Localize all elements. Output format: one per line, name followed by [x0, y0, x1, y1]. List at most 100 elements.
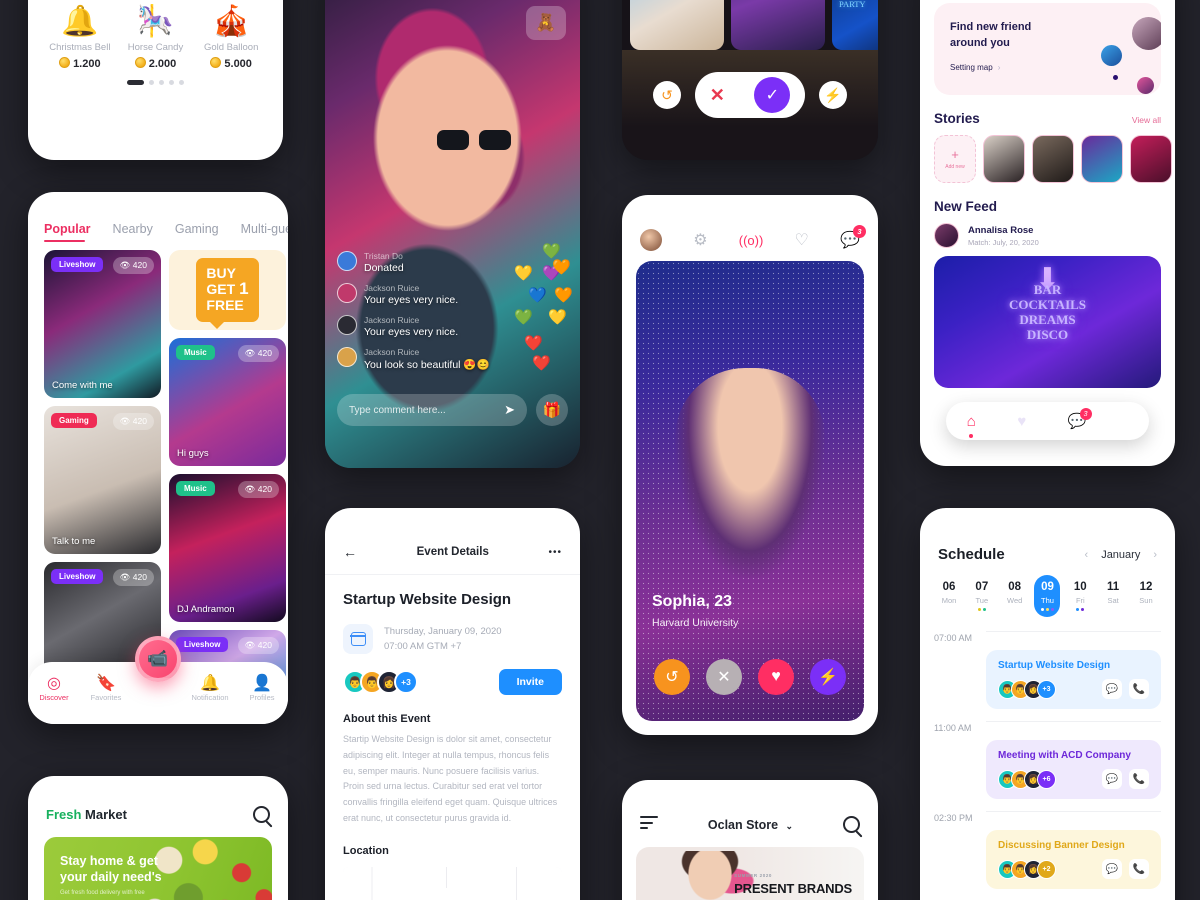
nav-discover[interactable]: ◎ Discover — [28, 674, 80, 702]
undo-button[interactable]: ↺ — [654, 659, 690, 695]
close-icon[interactable]: ✕ — [710, 85, 725, 106]
friend-pin-avatar[interactable] — [1137, 77, 1154, 94]
friend-pin-avatar[interactable] — [1132, 17, 1161, 50]
pager-dot[interactable] — [127, 80, 144, 85]
gift-item[interactable]: 🎠 Horse Candy 2.000 — [118, 4, 194, 70]
tab-popular[interactable]: Popular — [44, 222, 91, 242]
tab-nearby[interactable]: Nearby — [113, 222, 153, 242]
store-title[interactable]: Oclan Store ⌄ — [708, 818, 793, 832]
story-thumb[interactable] — [630, 0, 724, 50]
pager-dot[interactable] — [169, 80, 174, 85]
pager-dot[interactable] — [179, 80, 184, 85]
friend-pin-avatar[interactable] — [1101, 45, 1122, 66]
social-nav-messages[interactable]: 💬 3 — [1068, 408, 1092, 430]
tile-view-count: 👁 420 — [112, 569, 154, 586]
avatar[interactable] — [934, 223, 959, 248]
flash-button[interactable]: ⚡ — [819, 81, 847, 109]
gift-item[interactable]: 🎪 Gold Balloon 5.000 — [193, 4, 269, 70]
back-arrow-icon[interactable]: ← — [343, 544, 357, 560]
day-12[interactable]: 12 Sun — [1133, 581, 1159, 617]
live-tile[interactable]: Music 👁 420 Hi guys — [169, 338, 286, 466]
nav-favorites[interactable]: 🔖 Favorites — [80, 674, 132, 702]
story-item[interactable] — [1130, 135, 1172, 183]
sunglasses-graphic — [437, 130, 511, 150]
chat-button[interactable]: 💬 — [1102, 679, 1122, 699]
gift-item[interactable]: 🔔 Christmas Bell 1.200 — [42, 4, 118, 70]
invite-button[interactable]: Invite — [498, 669, 562, 695]
story-item[interactable] — [1081, 135, 1123, 183]
pager-dot[interactable] — [159, 80, 164, 85]
add-story-button[interactable]: + Add new — [934, 135, 976, 183]
tile-view-count: 👁 420 — [112, 413, 154, 430]
page-title: Event Details — [416, 546, 489, 558]
story-item[interactable] — [983, 135, 1025, 183]
avatar — [337, 347, 357, 367]
send-gift-button[interactable]: 🎁 — [536, 394, 568, 426]
live-tile[interactable]: BUY GET 1 FREE — [169, 250, 286, 330]
live-tile[interactable]: Gaming 👁 420 Talk to me — [44, 406, 161, 554]
comment-input[interactable]: Type comment here... ➤ — [337, 394, 527, 426]
setting-map-link[interactable]: Setting map › — [934, 51, 1161, 72]
send-icon[interactable]: ➤ — [504, 402, 515, 418]
pager-dot[interactable] — [149, 80, 154, 85]
next-month-icon[interactable]: › — [1153, 549, 1157, 561]
map-dot — [1113, 75, 1118, 80]
call-button[interactable]: 📞 — [1129, 859, 1149, 879]
more-options-icon[interactable]: ••• — [548, 547, 562, 558]
store-hero-banner[interactable]: SUMMER 2020 PRESENT BRANDS Let your clot… — [636, 847, 864, 900]
call-button[interactable]: 📞 — [1129, 769, 1149, 789]
undo-button[interactable]: ↺ — [653, 81, 681, 109]
like-button[interactable]: ♥ — [758, 659, 794, 695]
attendee-avatars[interactable]: 👨 👨 👩 +3 — [343, 670, 418, 694]
nav-notification[interactable]: 🔔 Notification — [184, 674, 236, 702]
tile-category-badge: Liveshow — [51, 257, 104, 272]
timeline-time: 11:00 AM — [934, 723, 972, 733]
day-08[interactable]: 08 Wed — [1002, 581, 1028, 617]
go-live-button[interactable]: 📹 — [135, 636, 181, 682]
event-title: Meeting with ACD Company — [998, 750, 1131, 761]
live-tile[interactable]: Liveshow 👁 420 Come with me — [44, 250, 161, 398]
tile-caption: Come with me — [52, 380, 113, 391]
view-all-link[interactable]: View all — [1132, 115, 1161, 125]
menu-icon[interactable] — [640, 816, 658, 833]
find-friends-banner[interactable]: Find new friend around you Setting map › — [934, 3, 1161, 95]
confirm-button[interactable]: ✓ — [754, 77, 791, 113]
story-thumb[interactable]: BARCOCKTADREAMDISCOPARTY — [832, 0, 878, 50]
location-map[interactable] — [343, 866, 562, 900]
live-tile[interactable]: Music 👁 420 DJ Andramon — [169, 474, 286, 622]
tab-multi-guest[interactable]: Multi-guest — [241, 222, 288, 242]
day-11[interactable]: 11 Sat — [1100, 581, 1126, 617]
schedule-event[interactable]: Meeting with ACD Company 👨 👨 👩 +6 💬 📞 — [986, 740, 1161, 799]
schedule-event[interactable]: Discussing Banner Design 👨 👨 👩 +2 💬 📞 — [986, 830, 1161, 889]
stream-sticker-button[interactable]: 🧸 — [526, 6, 566, 40]
day-10[interactable]: 10 Fri — [1067, 581, 1093, 617]
day-07[interactable]: 07 Tue — [969, 581, 995, 617]
story-thumb[interactable] — [731, 0, 825, 50]
chat-button[interactable]: 💬 — [1102, 769, 1122, 789]
chat-icon[interactable]: 💬 3 — [840, 225, 866, 250]
schedule-event[interactable]: Startup Website Design 👨 👨 👩 +3 💬 📞 — [986, 650, 1161, 709]
prev-month-icon[interactable]: ‹ — [1085, 549, 1089, 561]
search-icon[interactable] — [253, 806, 270, 823]
dating-card: ⚙ ((o)) ♡ 💬 3 Sophia, 23 Harvard Universi… — [622, 195, 878, 735]
gift-pager[interactable] — [28, 80, 283, 85]
story-item[interactable] — [1032, 135, 1074, 183]
social-nav-home[interactable]: ⌂ — [967, 413, 976, 438]
day-09[interactable]: 09 Thu — [1034, 575, 1061, 617]
avatar[interactable] — [640, 229, 662, 251]
boost-button[interactable]: ⚡ — [810, 659, 846, 695]
gear-icon[interactable]: ⚙ — [693, 230, 707, 250]
dislike-button[interactable]: ✕ — [706, 659, 742, 695]
feed-image[interactable]: ⬇ BAR COCKTAILS DREAMS DISCO — [934, 256, 1161, 388]
chat-button[interactable]: 💬 — [1102, 859, 1122, 879]
live-broadcast-icon[interactable]: ((o)) — [739, 233, 764, 248]
nav-profiles[interactable]: 👤 Profiles — [236, 674, 288, 702]
heart-icon[interactable]: ♡ — [795, 230, 809, 250]
social-nav-likes[interactable]: ♥ — [1017, 413, 1026, 430]
tab-gaming[interactable]: Gaming — [175, 222, 219, 242]
day-06[interactable]: 06 Mon — [936, 581, 962, 617]
profile-photo[interactable]: Sophia, 23 Harvard University ↺ ✕ ♥ ⚡ — [636, 261, 864, 721]
call-button[interactable]: 📞 — [1129, 679, 1149, 699]
market-banner[interactable]: Stay home & get your daily need's Get fr… — [44, 837, 272, 900]
search-icon[interactable] — [842, 816, 860, 833]
